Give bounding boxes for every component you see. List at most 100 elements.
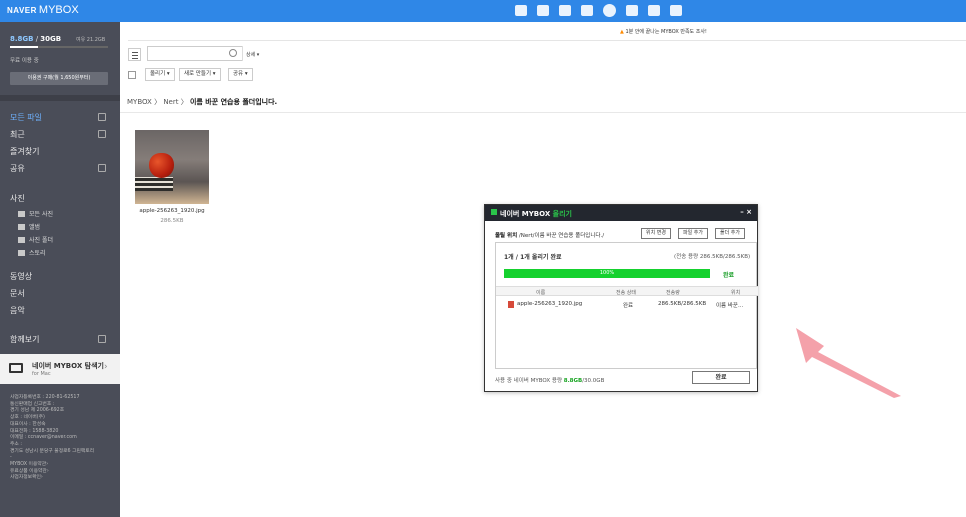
breadcrumb-folder[interactable]: Nert [163,98,178,106]
photo-icon [18,210,25,217]
column-location: 위치 [731,290,741,296]
sidebar-item-videos[interactable]: 동영상 [10,271,32,282]
mail-icon[interactable] [515,5,527,16]
column-name: 이름 [536,290,546,296]
change-location-button[interactable]: 위치 변경 [641,228,671,239]
row-name: apple-256263_1920.jpg [517,301,583,307]
transfer-panel: 1개 / 1개 올리기 완료 (전송 용량 286.5KB/286.5KB) 1… [495,242,758,369]
upload-button[interactable]: 올리기 ▾ [145,68,175,81]
upload-location: 올릴 위치 /Nert/이름 바꾼 연습용 폴더입니다./ [495,231,604,239]
annotation-arrow [796,328,901,398]
sidebar-item-music[interactable]: 음악 [10,305,25,316]
row-location: 이름 바꾼... [716,303,744,309]
upload-status: 1개 / 1개 올리기 완료 [504,254,562,261]
file-thumbnail[interactable] [135,130,209,204]
breadcrumb-separator: 〉 [151,98,164,106]
sidebar-item-photos[interactable]: 사진 [10,193,25,204]
mybox-logo-icon [491,209,497,215]
divider [120,112,966,113]
survey-notice[interactable]: ▲ 1분 안에 끝나는 MYBOX 만족도 조사! [620,28,707,35]
mybox-icon[interactable] [603,4,616,17]
story-icon [18,249,25,256]
sidebar-item-recent[interactable]: 최근 [10,129,25,140]
upload-location-path: /Nert/이름 바꾼 연습용 폴더입니다./ [517,233,605,239]
breadcrumb: MYBOX 〉 Nert 〉 이름 바꾼 연습용 폴더입니다. [127,97,277,107]
breadcrumb-separator: 〉 [178,98,190,106]
sidebar-item-shared-view[interactable]: 함께보기 [10,334,39,345]
memo-icon[interactable] [559,5,571,16]
done-button[interactable]: 완료 [692,371,750,384]
buy-plan-button[interactable]: 이용권 구매(월 1,650원부터) [10,72,108,85]
brand-logo[interactable]: NAVER MYBOX [7,4,79,16]
quota-total: 30GB [40,35,62,43]
quota-remaining: 여유 21.2GB [76,37,106,43]
transfer-size: (전송 용량 286.5KB/286.5KB) [674,254,751,260]
apple-image [149,153,174,178]
cafe-icon[interactable] [648,5,660,16]
explorer-platform: for Mac [32,371,51,377]
usage-used: 8.8GB [563,378,583,384]
dialog-title: 네이버 MYBOX [500,210,551,218]
sidebar-item-album[interactable]: 앨범 [18,222,40,231]
sidebar: 8.8GB / 30GB 여유 21.2GB 무료 이용 중 이용권 구매(월 … [0,22,120,517]
chevron-down-icon[interactable] [98,335,106,343]
add-folder-button[interactable]: 폴더 추가 [715,228,745,239]
contacts-icon[interactable] [581,5,593,16]
row-amount: 286.5KB/286.5KB [658,301,707,307]
sidebar-item-label: 사진 폴더 [29,237,53,244]
app-switcher [515,4,682,17]
search-icon[interactable] [229,49,237,57]
search-separator [242,46,243,61]
sidebar-item-all-files[interactable]: 모든 파일 [10,112,42,123]
divider [128,40,966,41]
more-icon[interactable] [670,5,682,16]
file-size: 286.5KB [160,218,184,224]
company-info: 사업자등록번호 : 220-81-62517 통신판매업 신고번호 : 경기 성… [10,395,95,481]
chevron-down-icon[interactable] [98,113,106,121]
upload-dialog: 네이버 MYBOX 올리기 – × 올릴 위치 /Nert/이름 바꾼 연습용 … [484,204,758,392]
new-button[interactable]: 새로 만들기 ▾ [179,68,221,81]
image-file-icon [508,301,514,308]
dialog-titlebar: 네이버 MYBOX 올리기 – × [485,205,757,221]
chevron-right-icon: › [104,362,108,372]
album-icon [18,223,25,230]
breadcrumb-root[interactable]: MYBOX [127,98,152,106]
notice-text: 1분 안에 끝나는 MYBOX 만족도 조사! [625,29,707,35]
explorer-title: 네이버 MYBOX 탐색기 [32,362,104,370]
top-bar: NAVER MYBOX [0,0,966,22]
usage-label: 사용 중 네이버 MYBOX 용량 [495,378,564,384]
add-file-button[interactable]: 파일 추가 [678,228,708,239]
folder-icon [18,236,25,243]
detail-search-button[interactable]: 상세 ▾ [246,51,259,58]
quota-bar [10,46,108,48]
sidebar-item-documents[interactable]: 문서 [10,288,25,299]
mybox-explorer-banner[interactable]: 네이버 MYBOX 탐색기 for Mac › [0,354,120,384]
sidebar-item-favorites[interactable]: 즐겨찾기 [10,146,39,157]
upload-location-label: 올릴 위치 [495,233,518,239]
file-name[interactable]: apple-256263_1920.jpg [127,208,217,214]
quota-text: 8.8GB / 30GB [10,35,61,43]
sidebar-item-label: 모든 사진 [29,211,53,218]
sidebar-item-label: 앨범 [29,224,41,231]
sidebar-item-label: 스토리 [29,250,46,257]
select-all-checkbox[interactable] [128,71,136,79]
plan-status: 무료 이용 중 [10,58,39,64]
calendar-icon[interactable] [537,5,549,16]
sidebar-item-story[interactable]: 스토리 [18,248,46,257]
window-controls[interactable]: – × [740,208,752,216]
table-row[interactable]: apple-256263_1920.jpg 완료 286.5KB/286.5KB… [496,298,758,311]
monitor-icon [9,363,23,373]
column-amount: 전송량 [666,290,680,296]
storage-usage: 사용 중 네이버 MYBOX 용량 8.8GB/30.0GB [495,376,604,384]
sidebar-item-photo-folder[interactable]: 사진 폴더 [18,235,53,244]
sidebar-item-share[interactable]: 공유 [10,163,25,174]
sidebar-item-all-photos[interactable]: 모든 사진 [18,209,53,218]
view-menu-button[interactable] [128,48,141,61]
mybox-label: MYBOX [38,4,79,16]
chevron-down-icon[interactable] [98,164,106,172]
dialog-title-accent: 올리기 [550,210,572,218]
office-icon[interactable] [626,5,638,16]
share-button[interactable]: 공유 ▾ [228,68,253,81]
sidebar-divider [0,95,120,101]
chevron-down-icon[interactable] [98,130,106,138]
